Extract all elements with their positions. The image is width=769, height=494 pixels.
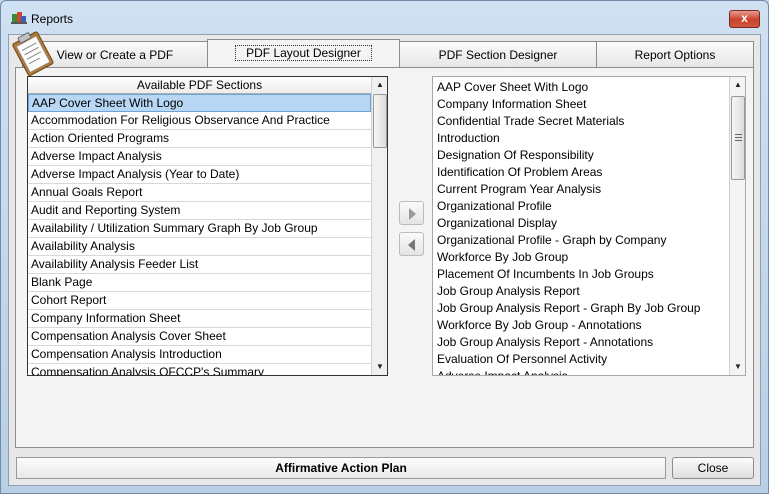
list-item[interactable]: Audit and Reporting System xyxy=(28,202,371,220)
list-item[interactable]: Accommodation For Religious Observance A… xyxy=(28,112,371,130)
layout-sections-rows: AAP Cover Sheet With Logo Company Informa… xyxy=(437,79,727,375)
list-item[interactable]: Identification Of Problem Areas xyxy=(437,164,727,181)
tab-label: View or Create a PDF xyxy=(56,48,174,62)
list-item[interactable]: AAP Cover Sheet With Logo xyxy=(28,94,371,112)
tab-label: PDF Section Designer xyxy=(438,48,558,62)
list-item[interactable]: Designation Of Responsibility xyxy=(437,147,727,164)
tab-label: Report Options xyxy=(634,48,716,62)
available-sections-rows: AAP Cover Sheet With Logo Accommodation F… xyxy=(28,94,371,375)
scroll-down-icon[interactable]: ▼ xyxy=(730,359,745,375)
list-item[interactable]: Organizational Display xyxy=(437,215,727,232)
close-button[interactable]: Close xyxy=(672,457,754,479)
scroll-thumb[interactable] xyxy=(731,96,745,180)
title-bar[interactable]: Reports x xyxy=(1,1,768,33)
scroll-up-icon[interactable]: ▲ xyxy=(372,77,387,93)
list-item[interactable]: Workforce By Job Group - Annotations xyxy=(437,317,727,334)
list-item[interactable]: Job Group Analysis Report - Graph By Job… xyxy=(437,300,727,317)
list-item[interactable]: Blank Page xyxy=(28,274,371,292)
list-item[interactable]: Company Information Sheet xyxy=(28,310,371,328)
list-item[interactable]: Organizational Profile xyxy=(437,198,727,215)
list-item[interactable]: Introduction xyxy=(437,130,727,147)
list-item[interactable]: Workforce By Job Group xyxy=(437,249,727,266)
tab-report-options[interactable]: Report Options xyxy=(596,41,754,68)
clipboard-icon xyxy=(12,31,54,76)
scroll-thumb[interactable] xyxy=(373,94,387,148)
scroll-down-icon[interactable]: ▼ xyxy=(372,359,387,375)
window-close-button[interactable]: x xyxy=(729,10,760,28)
close-icon: x xyxy=(741,11,748,25)
plan-name-bar: Affirmative Action Plan xyxy=(16,457,666,479)
list-item[interactable]: Current Program Year Analysis xyxy=(437,181,727,198)
list-item[interactable]: Evaluation Of Personnel Activity xyxy=(437,351,727,368)
arrow-right-icon xyxy=(409,208,416,220)
list-item[interactable]: Availability Analysis xyxy=(28,238,371,256)
list-item[interactable]: Adverse Impact Analysis xyxy=(28,148,371,166)
list-item[interactable]: AAP Cover Sheet With Logo xyxy=(437,79,727,96)
available-sections-list[interactable]: Available PDF Sections AAP Cover Sheet W… xyxy=(27,76,388,376)
list-item[interactable]: Compensation Analysis Introduction xyxy=(28,346,371,364)
reports-app-icon xyxy=(11,12,27,24)
tab-pdf-section-designer[interactable]: PDF Section Designer xyxy=(399,41,597,68)
list-item[interactable]: Availability / Utilization Summary Graph… xyxy=(28,220,371,238)
list-item[interactable]: Organizational Profile - Graph by Compan… xyxy=(437,232,727,249)
layout-sections-scrollbar[interactable]: ▲ ▼ xyxy=(729,77,745,375)
list-item[interactable]: Adverse Impact Analysis (Year to Date) xyxy=(28,166,371,184)
list-item[interactable]: Adverse Impact Analysis xyxy=(437,368,727,375)
available-sections-scrollbar[interactable]: ▲ ▼ xyxy=(371,77,387,375)
tab-label: PDF Layout Designer xyxy=(235,45,372,61)
list-item[interactable]: Placement Of Incumbents In Job Groups xyxy=(437,266,727,283)
list-item[interactable]: Job Group Analysis Report xyxy=(437,283,727,300)
add-to-layout-button[interactable] xyxy=(399,201,424,225)
list-item[interactable]: Availability Analysis Feeder List xyxy=(28,256,371,274)
list-item[interactable]: Annual Goals Report xyxy=(28,184,371,202)
tab-pdf-layout-designer[interactable]: PDF Layout Designer xyxy=(207,39,400,67)
list-item[interactable]: Cohort Report xyxy=(28,292,371,310)
list-item[interactable]: Compensation Analysis OFCCP's Summary xyxy=(28,364,371,375)
remove-from-layout-button[interactable] xyxy=(399,232,424,256)
scroll-up-icon[interactable]: ▲ xyxy=(730,77,745,93)
window-title: Reports xyxy=(31,12,74,26)
list-item[interactable]: Company Information Sheet xyxy=(437,96,727,113)
available-sections-header[interactable]: Available PDF Sections xyxy=(28,77,371,94)
list-item[interactable]: Compensation Analysis Cover Sheet xyxy=(28,328,371,346)
list-item[interactable]: Job Group Analysis Report - Annotations xyxy=(437,334,727,351)
layout-sections-list[interactable]: AAP Cover Sheet With Logo Company Informa… xyxy=(432,76,746,376)
arrow-left-icon xyxy=(408,239,415,251)
list-item[interactable]: Confidential Trade Secret Materials xyxy=(437,113,727,130)
list-item[interactable]: Action Oriented Programs xyxy=(28,130,371,148)
